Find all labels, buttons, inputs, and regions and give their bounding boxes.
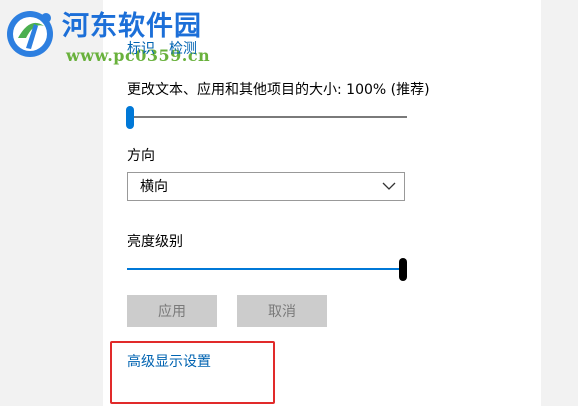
highlight-box — [110, 341, 275, 404]
scale-slider-thumb[interactable] — [126, 106, 134, 129]
brightness-slider-fill — [127, 268, 403, 270]
watermark-logo-icon — [7, 11, 53, 57]
orientation-selected-value: 横向 — [140, 179, 168, 195]
cancel-button[interactable]: 取消 — [237, 295, 327, 327]
scale-label: 更改文本、应用和其他项目的大小: 100% (推荐) — [127, 82, 430, 98]
detect-link[interactable]: 检测 — [169, 41, 197, 57]
brightness-label: 亮度级别 — [127, 234, 183, 250]
identify-link[interactable]: 标识 — [127, 41, 155, 57]
display-links: 标识 检测 — [127, 40, 211, 58]
brightness-slider-thumb[interactable] — [399, 258, 407, 281]
apply-button[interactable]: 应用 — [127, 295, 217, 327]
chevron-down-icon — [382, 182, 396, 190]
scale-slider-track — [127, 116, 407, 118]
orientation-label: 方向 — [127, 148, 155, 164]
orientation-dropdown[interactable]: 横向 — [127, 172, 405, 201]
watermark-title: 河东软件园 — [62, 11, 202, 42]
right-strip — [541, 0, 578, 406]
